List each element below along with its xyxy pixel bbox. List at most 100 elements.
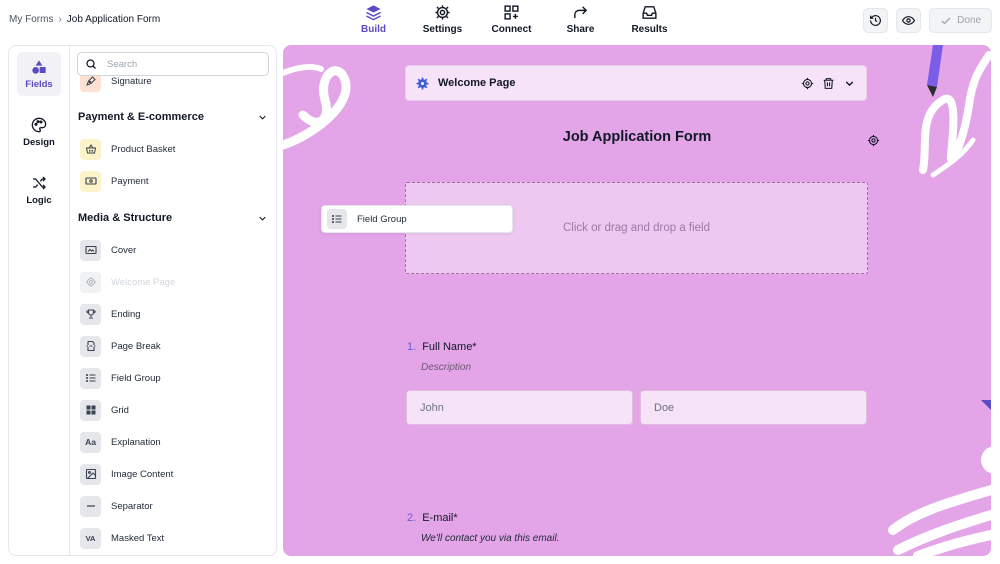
rail-design-label: Design <box>23 136 55 148</box>
gear-icon[interactable] <box>801 77 814 90</box>
gear-icon-wrap <box>80 271 101 293</box>
tab-share[interactable]: Share <box>546 4 615 35</box>
form-title[interactable]: Job Application Form <box>283 129 991 145</box>
image-icon-wrap <box>80 463 101 485</box>
search-box <box>77 52 269 76</box>
field-field-group[interactable]: Field Group <box>80 367 161 389</box>
tab-results-label: Results <box>631 24 668 35</box>
banknote-icon <box>84 177 97 185</box>
field-ending-label: Ending <box>111 308 141 320</box>
field-welcome-page: Welcome Page <box>80 271 175 293</box>
done-label: Done <box>957 15 981 26</box>
preview-button[interactable] <box>896 8 922 33</box>
rail-fields[interactable]: Fields <box>17 52 61 96</box>
marker-doodle-decoration <box>919 45 991 178</box>
question-number: 2. <box>407 512 417 524</box>
done-button[interactable]: Done <box>929 8 992 33</box>
check-icon <box>941 17 951 24</box>
field-payment-label: Payment <box>111 175 149 187</box>
gear-icon <box>85 277 96 287</box>
rail-fields-label: Fields <box>25 78 53 90</box>
field-cover-label: Cover <box>111 244 137 256</box>
section-payment-ecommerce[interactable]: Payment & E-commerce <box>78 111 268 123</box>
chevron-down-icon <box>259 216 266 221</box>
cover-icon-wrap <box>80 239 101 261</box>
field-grid[interactable]: Grid <box>80 399 129 421</box>
page-break-icon <box>86 340 95 352</box>
field-page-break-label: Page Break <box>111 340 161 352</box>
chevron-down-icon[interactable] <box>843 77 856 90</box>
tab-share-label: Share <box>566 24 595 35</box>
basket-icon-wrap <box>80 138 101 160</box>
field-separator[interactable]: Separator <box>80 495 153 517</box>
field-explanation-label: Explanation <box>111 436 161 448</box>
gear-icon <box>416 77 429 89</box>
field-page-break[interactable]: Page Break <box>80 335 161 357</box>
list-icon <box>85 373 95 383</box>
rail-logic[interactable]: Logic <box>17 168 61 212</box>
title-settings-button[interactable] <box>867 134 880 150</box>
field-image-content[interactable]: Image Content <box>80 463 173 485</box>
trash-icon[interactable] <box>822 77 835 90</box>
page-break-icon-wrap <box>80 335 101 357</box>
breadcrumb: My Forms › Job Application Form <box>9 14 160 25</box>
gear-icon <box>867 134 880 147</box>
question-full-name[interactable]: 1. Full Name* <box>407 341 477 353</box>
chevron-down-icon <box>259 115 266 120</box>
cover-icon <box>84 245 97 255</box>
field-field-group-label: Field Group <box>111 372 161 384</box>
tab-build-label: Build <box>361 24 386 35</box>
question-label: E-mail* <box>422 512 458 524</box>
trophy-icon-wrap <box>80 303 101 325</box>
scribble-decoration <box>888 485 991 556</box>
dragged-field-group[interactable]: Field Group <box>321 205 513 233</box>
field-welcome-page-label: Welcome Page <box>111 276 176 288</box>
field-payment[interactable]: Payment <box>80 170 149 192</box>
last-name-input[interactable] <box>640 390 867 425</box>
layers-icon <box>366 5 381 21</box>
list-icon-wrap <box>327 209 347 229</box>
eye-icon <box>902 16 916 25</box>
search-input[interactable] <box>107 58 257 70</box>
form-canvas[interactable]: Welcome Page Job Application Form Click … <box>283 45 991 556</box>
question-email[interactable]: 2. E-mail* <box>407 512 458 524</box>
field-cover[interactable]: Cover <box>80 239 136 261</box>
masked-text-glyph: VA <box>85 533 96 543</box>
top-actions: Done <box>863 8 992 33</box>
field-explanation[interactable]: Aa Explanation <box>80 431 161 453</box>
trophy-icon <box>85 309 96 319</box>
field-masked-text[interactable]: VA Masked Text <box>80 527 164 549</box>
field-masked-text-label: Masked Text <box>111 532 165 544</box>
welcome-page-actions <box>801 77 856 90</box>
grid-icon <box>86 405 95 415</box>
question-description[interactable]: Description <box>421 362 471 373</box>
field-product-basket-label: Product Basket <box>111 143 176 155</box>
pen-nib-icon <box>85 76 96 86</box>
tab-connect-label: Connect <box>491 24 532 35</box>
question-label: Full Name* <box>422 341 477 353</box>
left-panel: Fields Design Logic Signature Payment & … <box>8 45 277 556</box>
rail-design[interactable]: Design <box>17 110 61 154</box>
tab-settings-label: Settings <box>422 24 463 35</box>
section-media-structure[interactable]: Media & Structure <box>78 212 268 224</box>
history-icon <box>870 15 882 26</box>
tab-results[interactable]: Results <box>615 4 684 35</box>
breadcrumb-separator: › <box>58 14 62 25</box>
inbox-icon <box>642 6 657 19</box>
tab-settings[interactable]: Settings <box>408 4 477 35</box>
welcome-page-bar[interactable]: Welcome Page <box>405 65 867 101</box>
breadcrumb-my-forms[interactable]: My Forms <box>9 14 53 25</box>
share-arrow-icon <box>574 6 588 19</box>
tab-build[interactable]: Build <box>339 4 408 35</box>
text-aa-glyph: Aa <box>85 437 96 447</box>
tab-connect[interactable]: Connect <box>477 4 546 35</box>
question-description[interactable]: We'll contact you via this email. <box>421 533 559 544</box>
field-ending[interactable]: Ending <box>80 303 141 325</box>
first-name-input[interactable] <box>406 390 633 425</box>
grid-icon-wrap <box>80 399 101 421</box>
fields-list: Signature Payment & E-commerce Product B… <box>70 46 276 555</box>
palette-icon <box>31 117 47 132</box>
field-product-basket[interactable]: Product Basket <box>80 138 175 160</box>
history-button[interactable] <box>863 8 889 33</box>
top-bar: My Forms › Job Application Form Build Se… <box>0 0 1000 42</box>
